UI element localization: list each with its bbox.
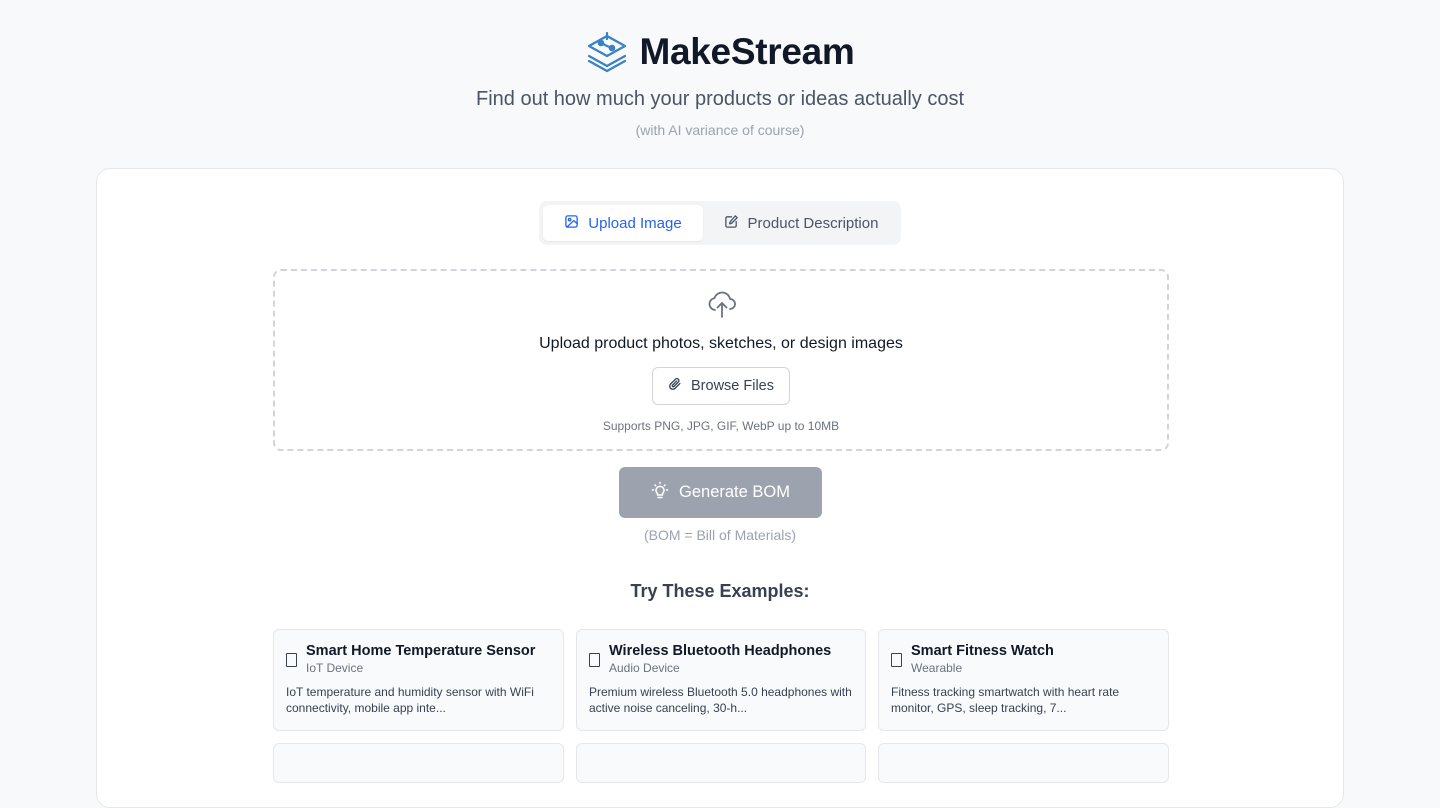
upload-title: Upload product photos, sketches, or desi… (539, 335, 903, 352)
device-icon (286, 653, 297, 667)
example-card[interactable] (273, 743, 564, 783)
example-description: IoT temperature and humidity sensor with… (286, 685, 534, 715)
example-description: Fitness tracking smartwatch with heart r… (891, 685, 1120, 715)
example-card[interactable] (576, 743, 866, 783)
generate-bom-button[interactable]: Generate BOM (619, 467, 822, 518)
image-icon (564, 214, 579, 233)
lightbulb-icon (651, 481, 669, 504)
generate-bom-label: Generate BOM (679, 483, 790, 501)
bom-note: (BOM = Bill of Materials) (643, 527, 797, 543)
tagline: Find out how much your products or ideas… (475, 88, 965, 110)
browse-files-button[interactable]: Browse Files (652, 367, 790, 405)
example-category: Wearable (911, 661, 963, 675)
brand: MakeStream (0, 30, 1440, 74)
tab-product-description[interactable]: Product Description (705, 205, 897, 241)
example-name: Smart Fitness Watch (911, 643, 1054, 659)
device-icon (589, 653, 600, 667)
examples-title: Try These Examples: (630, 581, 810, 601)
example-card-temperature-sensor[interactable]: Smart Home Temperature Sensor IoT Device… (273, 629, 564, 731)
example-card-headphones[interactable]: Wireless Bluetooth Headphones Audio Devi… (576, 629, 866, 731)
example-name: Wireless Bluetooth Headphones (609, 643, 832, 659)
subtagline: (with AI variance of course) (635, 122, 805, 138)
tab-product-description-label: Product Description (747, 214, 879, 232)
tab-upload-image-label: Upload Image (588, 214, 682, 232)
example-description: Premium wireless Bluetooth 5.0 headphone… (589, 685, 852, 715)
page-header: MakeStream Find out how much your produc… (0, 0, 1440, 138)
example-category: Audio Device (609, 661, 680, 675)
cloud-upload-icon (706, 288, 738, 320)
browse-files-label: Browse Files (691, 378, 774, 394)
examples-grid: Smart Home Temperature Sensor IoT Device… (273, 629, 1169, 783)
example-card[interactable] (878, 743, 1169, 783)
device-icon (891, 653, 902, 667)
upload-dropzone[interactable]: Upload product photos, sketches, or desi… (273, 269, 1169, 451)
example-name: Smart Home Temperature Sensor (306, 643, 536, 659)
main-card: Upload Image Product Description Upload … (96, 168, 1344, 808)
input-mode-tabs: Upload Image Product Description (539, 201, 901, 245)
supported-formats-text: Supports PNG, JPG, GIF, WebP up to 10MB (602, 419, 840, 433)
tab-upload-image[interactable]: Upload Image (543, 205, 703, 241)
example-category: IoT Device (306, 661, 364, 675)
layers-stream-icon (585, 30, 629, 74)
paperclip-icon (668, 377, 682, 395)
edit-icon (724, 214, 739, 233)
example-card-fitness-watch[interactable]: Smart Fitness Watch Wearable Fitness tra… (878, 629, 1169, 731)
brand-title: MakeStream (639, 31, 855, 72)
